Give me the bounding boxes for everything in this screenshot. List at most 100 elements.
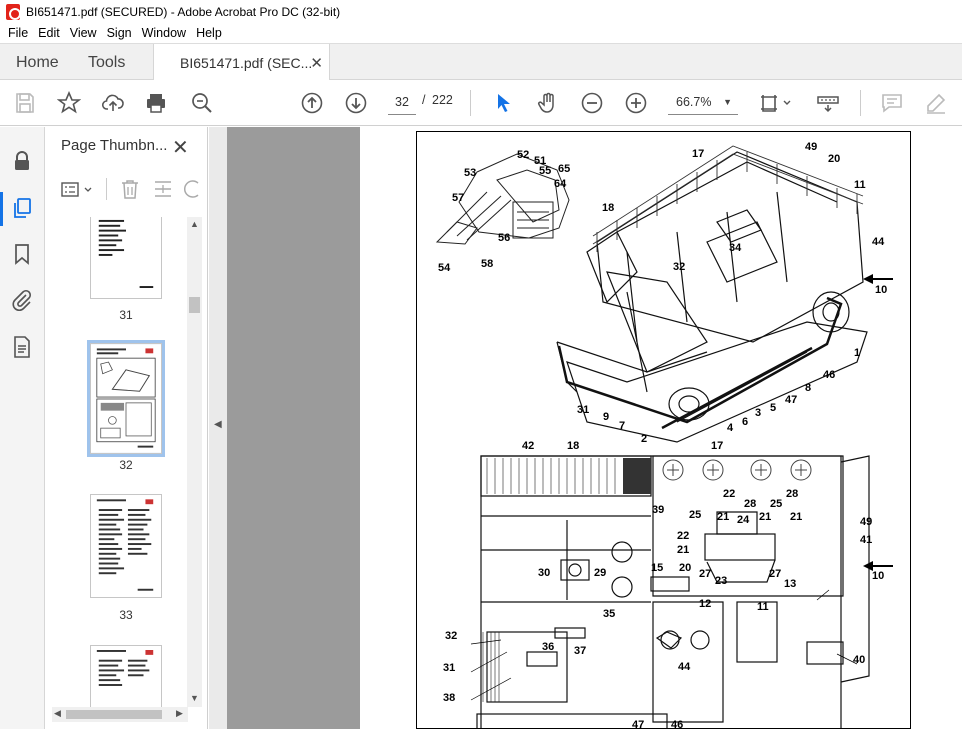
callout-label: 35 [603,608,616,620]
thumbnail-vertical-scrollbar[interactable]: ▲ ▼ [187,217,202,707]
callout-label: 49 [860,516,873,528]
scrollbar-thumb[interactable] [189,297,200,313]
callout-label: 46 [671,719,684,729]
select-cursor-icon[interactable] [492,91,516,115]
comment-icon[interactable] [880,91,904,115]
callout-label: 28 [744,498,757,510]
close-panel-icon[interactable]: ✕ [172,135,189,160]
callout-label: 24 [737,514,750,526]
callout-label: 44 [678,661,691,673]
callout-label: 6 [742,416,749,428]
scroll-down-icon[interactable]: ▼ [190,693,199,703]
callout-label: 52 [517,149,530,161]
callout-label: 4 [727,422,734,434]
attachments-icon[interactable] [10,288,34,312]
callout-label: 37 [574,645,587,657]
menu-help[interactable]: Help [191,26,227,40]
zoom-search-icon[interactable] [190,91,214,115]
thumbnail-page[interactable] [90,494,162,598]
callout-label: 65 [558,163,571,175]
callout-label: 32 [445,630,458,642]
tab-home[interactable]: Home [16,44,59,81]
tab-tools[interactable]: Tools [88,44,125,81]
keyboard-scroll-icon[interactable] [816,91,840,115]
tab-document-label: BI651471.pdf (SEC... [180,55,313,71]
callout-label: 8 [805,382,812,394]
callout-label: 49 [805,141,818,153]
bookmark-star-icon[interactable] [57,91,81,115]
callout-label: 28 [786,488,799,500]
callout-label: 57 [452,192,465,204]
window-title: BI651471.pdf (SECURED) - Adobe Acrobat P… [26,4,341,19]
callout-label: 23 [715,575,728,587]
menu-view[interactable]: View [65,26,102,40]
menu-edit[interactable]: Edit [33,26,65,40]
callout-label: 58 [481,258,494,270]
lock-icon[interactable] [10,149,34,173]
callout-label: 3 [755,407,762,419]
callout-label: 46 [823,369,836,381]
thumbnail-page[interactable] [90,217,162,299]
thumbnail-options-icon[interactable] [61,180,97,200]
active-indicator [0,192,3,226]
highlight-pen-icon[interactable] [924,91,948,115]
page-thumbnails-icon[interactable] [10,196,34,220]
menu-window[interactable]: Window [137,26,191,40]
callout-label: 2 [641,433,648,445]
thumbnail-list: 31 32 33 [46,217,186,707]
rotate-extract-icon[interactable] [152,178,174,200]
panel-collapse-strip[interactable]: ◀ [209,127,227,729]
scroll-right-icon[interactable]: ▶ [176,708,183,719]
page-number-input[interactable]: 32 [388,89,416,115]
callout-label: 9 [603,411,610,423]
main-toolbar: 32 / 222 66.7% ▼ [0,80,962,126]
thumbnail-horizontal-scrollbar[interactable]: ◀ ▶ [52,707,188,722]
callout-label: 34 [729,242,742,254]
callout-label: 55 [539,165,552,177]
scroll-left-icon[interactable]: ◀ [54,708,61,719]
document-properties-icon[interactable] [10,335,34,359]
hand-tool-icon[interactable] [536,91,560,115]
pdf-page: 52 51 65 53 55 64 57 56 54 58 17 49 20 1… [416,131,911,729]
delete-page-icon[interactable] [119,178,141,200]
page-fit-icon[interactable] [760,91,794,115]
callout-label: 47 [785,394,798,406]
previous-page-icon[interactable] [300,91,324,115]
scroll-up-icon[interactable]: ▲ [190,219,199,229]
bookmarks-icon[interactable] [10,242,34,266]
tab-document[interactable]: BI651471.pdf (SEC... ✕ [153,44,330,82]
panel-title: Page Thumbn... [61,137,168,154]
menu-file[interactable]: File [3,26,33,40]
callout-label: 42 [522,440,535,452]
callout-label: 38 [443,692,456,704]
callout-label: 10 [875,284,888,296]
thumbnail-page[interactable] [90,645,162,707]
callout-label: 21 [759,511,772,523]
print-icon[interactable] [144,91,168,115]
callout-label: 21 [717,511,730,523]
callout-label: 27 [699,568,712,580]
callout-label: 21 [677,544,690,556]
thumbnail-label: 33 [119,608,133,622]
zoom-out-icon[interactable] [580,91,604,115]
collapse-panel-icon[interactable]: ◀ [214,419,222,430]
upload-cloud-icon[interactable] [101,91,125,115]
callout-label: 31 [577,404,590,416]
zoom-level-select[interactable]: 66.7% ▼ [668,89,738,115]
scrollbar-thumb[interactable] [66,710,162,719]
menu-sign[interactable]: Sign [102,26,137,40]
thumbnail-page-selected[interactable] [87,340,165,457]
callout-label: 22 [723,488,736,500]
callout-label: 20 [828,153,841,165]
zoom-in-icon[interactable] [624,91,648,115]
save-icon[interactable] [13,91,37,115]
close-tab-icon[interactable]: ✕ [310,54,323,72]
callout-label: 5 [770,402,777,414]
next-page-icon[interactable] [344,91,368,115]
callout-label: 40 [853,654,866,666]
callout-label: 18 [602,202,615,214]
document-viewer[interactable]: 52 51 65 53 55 64 57 56 54 58 17 49 20 1… [227,127,962,729]
page-thumbnails-panel: Page Thumbn... ✕ 31 32 33 ▲ ▼ ◀ ▶ [46,127,208,729]
left-navigation-rail [0,127,45,729]
rotate-page-icon[interactable] [183,178,202,200]
